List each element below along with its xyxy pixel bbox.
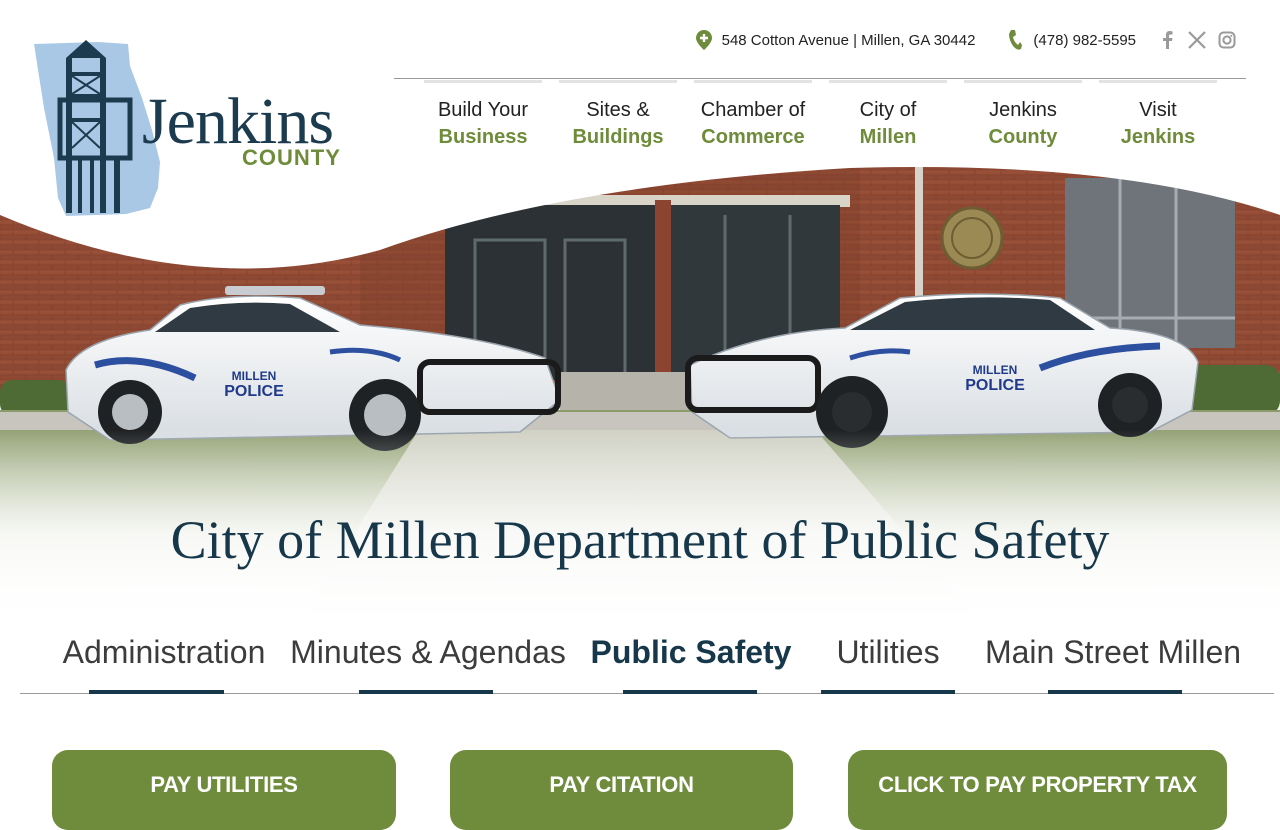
contact-bar: 548 Cotton Avenue | Millen, GA 30442 (47… (694, 28, 1238, 52)
section-tabs: Administration Minutes & Agendas Public … (20, 628, 1274, 694)
nav-city-of-millen[interactable]: City of Millen (829, 80, 947, 151)
tab-main-street-millen[interactable]: Main Street Millen (978, 628, 1248, 694)
instagram-icon[interactable] (1216, 29, 1238, 51)
tab-underline (359, 690, 493, 694)
header-divider (394, 78, 1246, 79)
logo-subtitle: COUNTY (242, 145, 341, 170)
nav-jenkins-county[interactable]: Jenkins County (964, 80, 1082, 151)
svg-text:POLICE: POLICE (965, 377, 1025, 394)
tab-public-safety[interactable]: Public Safety (588, 628, 794, 694)
pay-utilities-button[interactable]: PAY UTILITIES (52, 750, 396, 830)
nav-sites-buildings[interactable]: Sites & Buildings (559, 80, 677, 151)
pay-citation-button[interactable]: PAY CITATION (450, 750, 793, 830)
x-icon[interactable] (1186, 29, 1208, 51)
phone-link[interactable]: (478) 982-5595 (1033, 32, 1136, 49)
tab-underline (1048, 690, 1182, 694)
address-text: 548 Cotton Avenue | Millen, GA 30442 (721, 31, 976, 49)
map-pin-icon (694, 28, 714, 52)
pay-property-tax-button[interactable]: CLICK TO PAY PROPERTY TAX (848, 750, 1227, 830)
nav-build-your-business[interactable]: Build Your Business (424, 80, 542, 151)
nav-chamber-of-commerce[interactable]: Chamber of Commerce (694, 80, 812, 151)
tab-minutes-agendas[interactable]: Minutes & Agendas (284, 628, 572, 694)
tab-underline (821, 690, 955, 694)
tab-utilities[interactable]: Utilities (820, 628, 956, 694)
svg-text:MILLEN: MILLEN (973, 363, 1018, 377)
svg-text:POLICE: POLICE (224, 383, 284, 400)
nav-visit-jenkins[interactable]: Visit Jenkins (1099, 80, 1217, 151)
phone-icon (1005, 28, 1025, 52)
facebook-icon[interactable] (1156, 29, 1178, 51)
tab-underline (89, 690, 224, 694)
page-title: City of Millen Department of Public Safe… (170, 510, 1110, 570)
tab-underline-active (623, 690, 757, 694)
svg-text:MILLEN: MILLEN (232, 369, 277, 383)
main-nav: Build Your Business Sites & Buildings Cham… (424, 80, 1217, 151)
tab-administration[interactable]: Administration (44, 628, 284, 694)
